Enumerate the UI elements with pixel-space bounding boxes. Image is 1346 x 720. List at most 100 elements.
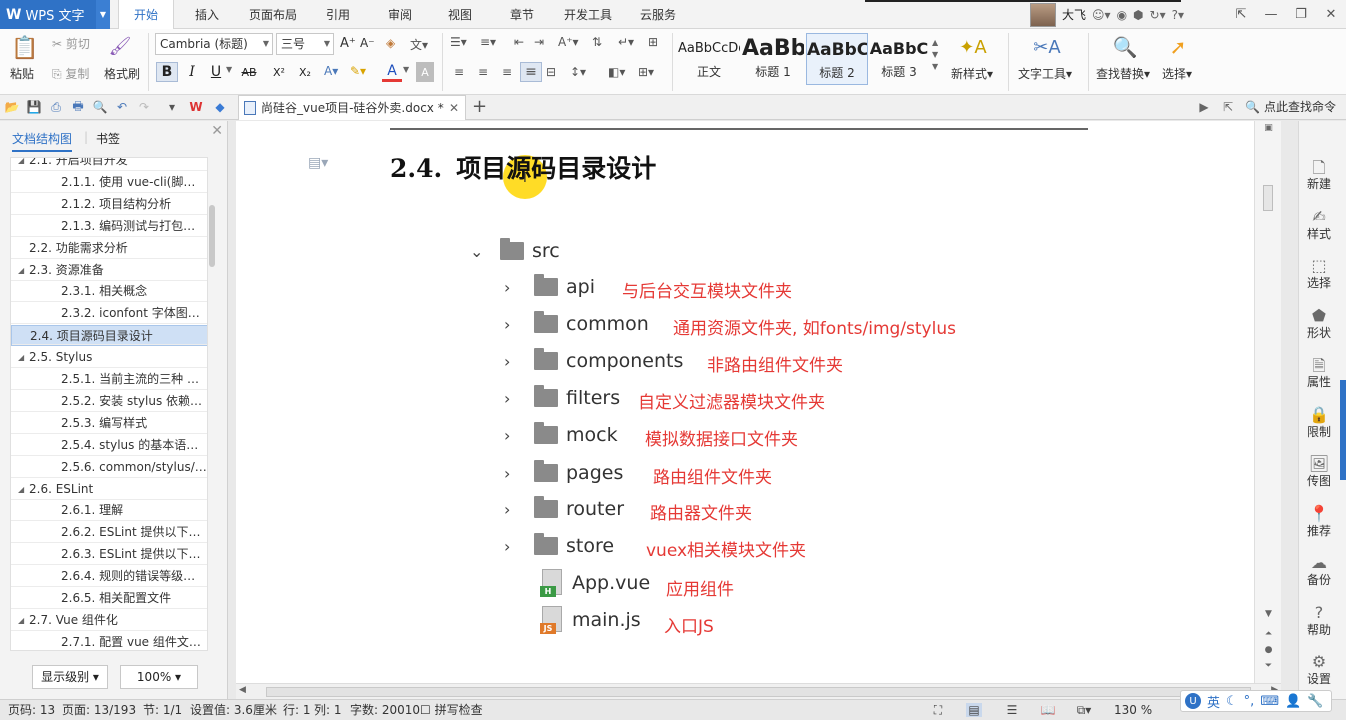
outline-view-icon[interactable]: ☰ — [1004, 703, 1020, 717]
outline-subsection[interactable]: 2.6.4. 规则的错误等级… — [11, 566, 207, 588]
outline-subsection[interactable]: 2.5.3. 编写样式 — [11, 413, 207, 434]
punctuation-icon[interactable]: °, — [1244, 694, 1255, 709]
copy-button[interactable]: ⎘ 复制 — [52, 65, 89, 82]
align-center-icon[interactable]: ≡ — [478, 65, 488, 79]
status-word-count[interactable]: 字数: 20010 — [350, 700, 420, 720]
outline-subsection[interactable]: 2.6.5. 相关配置文件 — [11, 588, 207, 609]
text-tools-icon[interactable]: ✂A — [1032, 33, 1062, 61]
outline-subsection[interactable]: 2.5.6. common/stylus/… — [11, 457, 207, 478]
skin-icon[interactable]: ☺▾ — [1092, 8, 1111, 22]
style-heading-1[interactable]: AaBb 标题 1 — [742, 33, 804, 85]
format-painter-button[interactable]: 格式刷 — [104, 65, 140, 82]
fullscreen-icon[interactable]: ⛶ — [930, 703, 946, 717]
outline-section[interactable]: ◢ 2.1. 开启项目开发 — [11, 158, 207, 171]
sync-icon[interactable]: ↻▾ — [1150, 8, 1166, 22]
paragraph-handle-icon[interactable]: ▤▾ — [308, 155, 328, 171]
style-normal[interactable]: AaBbCcDd 正文 — [678, 33, 740, 85]
task-pane-item[interactable]: 🔒 限制 — [1299, 405, 1339, 440]
decrease-indent-icon[interactable]: ⇤ — [514, 35, 524, 49]
strikethrough-button[interactable]: AB — [238, 62, 260, 82]
text-effect-icon[interactable]: A▾ — [324, 64, 338, 78]
outline-subsection[interactable]: 2.5.4. stylus 的基本语… — [11, 435, 207, 456]
scroll-thumb[interactable] — [1263, 185, 1273, 211]
redo-icon[interactable]: ↷ — [136, 99, 152, 115]
task-pane-item[interactable]: ⬟ 形状 — [1299, 306, 1339, 341]
share-icon[interactable]: ⬢ — [1133, 8, 1143, 22]
style-heading-2[interactable]: AaBbC 标题 2 — [806, 33, 868, 85]
bold-button[interactable]: B — [156, 62, 178, 82]
save-icon[interactable]: 💾 — [26, 99, 42, 115]
print-preview-icon[interactable]: 🔍 — [92, 99, 108, 115]
scroll-left-icon[interactable]: ◀ — [239, 685, 246, 695]
tab-page-layout[interactable]: 页面布局 — [242, 0, 304, 29]
ruler-toggle-icon[interactable]: ▣ — [1255, 123, 1281, 133]
tab-document-map[interactable]: 文档结构图 — [12, 130, 73, 152]
document-vscrollbar[interactable]: ▣ ▼ ⏶ ● ⏷ — [1254, 121, 1281, 683]
document-page[interactable]: ▤▾ 2.4. 项目源码目录设计 I ⌄ src › api 与后台交互模块文件夹 › c… — [236, 121, 1254, 683]
clear-format-icon[interactable]: ◈ — [386, 36, 395, 50]
find-replace-icon[interactable]: 🔍 — [1110, 33, 1140, 61]
chinese-layout-icon[interactable]: A⁺▾ — [558, 35, 579, 49]
outline-subsection[interactable]: 2.3.1. 相关概念 — [11, 281, 207, 303]
font-name-select[interactable]: Cambria (标题) ▼ — [155, 33, 273, 55]
tab-start[interactable]: 开始 — [118, 0, 174, 30]
tab-review[interactable]: 审阅 — [378, 0, 422, 29]
ime-lang[interactable]: 英 — [1207, 692, 1220, 711]
task-pane-item[interactable]: 🗎 属性 — [1299, 355, 1339, 390]
task-pane-item[interactable]: ? 帮助 — [1299, 603, 1339, 638]
zoom-level[interactable]: 130 % — [1114, 700, 1152, 720]
select-browse-icon[interactable]: ● — [1255, 645, 1281, 655]
wps-home-icon[interactable]: W — [188, 99, 204, 115]
outline-subsection[interactable]: 2.1.3. 编码测试与打包… — [11, 216, 207, 237]
document-tab[interactable]: 尚硅谷_vue项目-硅谷外卖.docx * ✕ — [238, 95, 466, 120]
document-hscrollbar[interactable]: ◀ ▶ — [236, 683, 1281, 699]
tab-chapter[interactable]: 章节 — [500, 0, 544, 29]
align-left-icon[interactable]: ≡ — [454, 65, 464, 79]
superscript-button[interactable]: X² — [268, 62, 290, 82]
shading-icon[interactable]: ◧▾ — [608, 65, 625, 79]
tab-view[interactable]: 视图 — [438, 0, 482, 29]
align-right-icon[interactable]: ≡ — [502, 65, 512, 79]
subscript-button[interactable]: X₂ — [294, 62, 316, 82]
web-view-icon[interactable]: ⧉▾ — [1076, 703, 1092, 717]
collapse-ribbon-icon[interactable]: ⇱ — [1226, 0, 1256, 29]
task-pane-collapse-handle[interactable] — [1340, 380, 1346, 480]
expand-triangle-icon[interactable]: ◢ — [18, 158, 24, 171]
print-icon[interactable]: 🖶 — [70, 99, 86, 115]
font-size-select[interactable]: 三号 ▼ — [276, 33, 334, 55]
avatar[interactable] — [1030, 2, 1056, 27]
customize-chevron-icon[interactable]: ▾ — [164, 99, 180, 115]
expand-triangle-icon[interactable]: ◢ — [18, 479, 24, 500]
help-icon[interactable]: ?▾ — [1172, 8, 1184, 22]
undo-icon[interactable]: ↶ — [114, 99, 130, 115]
wrench-icon[interactable]: 🔧 — [1307, 694, 1323, 709]
justify-icon[interactable]: ≡ — [520, 62, 542, 82]
cut-button[interactable]: ✂ 剪切 — [52, 35, 90, 52]
select-button[interactable]: 选择▾ — [1162, 65, 1192, 82]
task-pane-item[interactable]: 🖼 传图 — [1299, 454, 1339, 489]
outline-section[interactable]: ◢ 2.7. Vue 组件化 — [11, 610, 207, 631]
add-tab-icon[interactable]: + — [472, 96, 487, 117]
chevron-down-icon[interactable]: ▼ — [226, 65, 232, 74]
outline-subsection[interactable]: 2.6.3. ESLint 提供以下… — [11, 544, 207, 566]
cube-icon[interactable]: ◆ — [212, 99, 228, 115]
task-pane-item[interactable]: ⬚ 选择 — [1299, 256, 1339, 291]
task-pane-item[interactable]: 🗋 新建 — [1299, 157, 1339, 192]
minimize-icon[interactable]: — — [1256, 0, 1286, 29]
close-icon[interactable]: ✕ — [1316, 0, 1346, 29]
paste-button[interactable]: 粘贴 — [10, 65, 34, 82]
italic-button[interactable]: I — [182, 62, 202, 82]
distribute-icon[interactable]: ⊟ — [546, 65, 556, 79]
styles-scroll-icon[interactable]: ▲ ▼ ▼ — [932, 37, 938, 73]
nav-zoom-select[interactable]: 100% ▾ — [120, 665, 198, 689]
reading-view-icon[interactable]: 📖 — [1040, 703, 1056, 717]
user-area[interactable]: 大飞 ☺▾ ◉ ⬢ ↻▾ ?▾ — [1030, 0, 1184, 29]
table-icon[interactable]: ⊞ — [648, 35, 658, 49]
app-menu-button[interactable]: W WPS 文字 ▼ — [0, 0, 110, 29]
tab-references[interactable]: 引用 — [316, 0, 360, 29]
tab-cloud[interactable]: 云服务 — [630, 0, 686, 29]
nav-scrollbar[interactable] — [208, 157, 216, 651]
show-level-select[interactable]: 显示级别 ▾ — [32, 665, 108, 689]
shrink-font-icon[interactable]: A⁻ — [360, 36, 375, 50]
sort-icon[interactable]: ⇅ — [592, 35, 602, 49]
